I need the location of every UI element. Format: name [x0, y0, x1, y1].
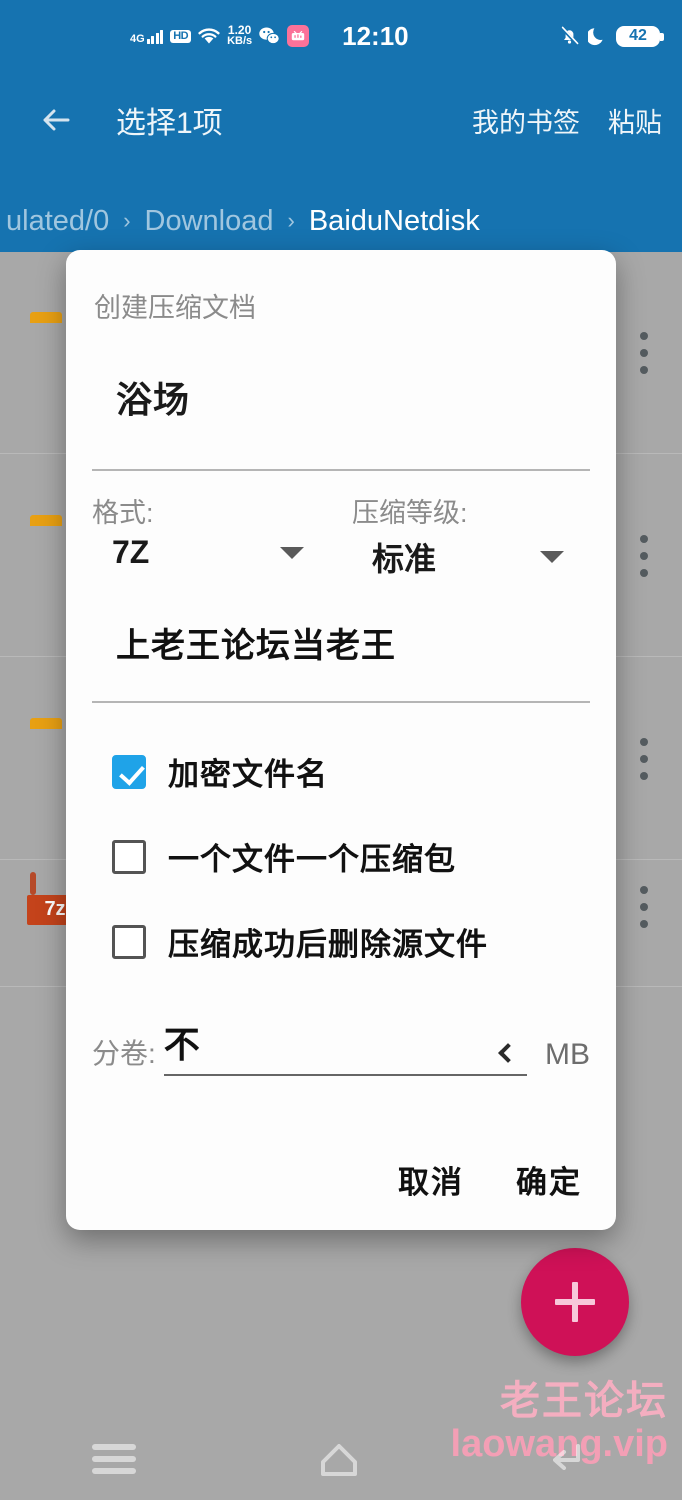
format-and-level-row: 格式: 7Z 压缩等级: 标准 — [92, 491, 590, 580]
split-volume-row: 分卷: 不 MB — [92, 1016, 590, 1076]
divider — [92, 469, 590, 471]
format-value: 7Z — [112, 534, 150, 570]
split-volume-input[interactable]: 不 — [163, 1016, 527, 1076]
cancel-button[interactable]: 取消 — [398, 1157, 464, 1202]
encrypt-filenames-label: 加密文件名 — [168, 757, 328, 792]
split-volume-value: 不 — [163, 1024, 200, 1065]
dialog-title: 创建压缩文档 — [94, 293, 256, 323]
dialog-actions: 取消 确定 — [398, 1157, 582, 1202]
delete-source-checkbox[interactable] — [112, 924, 146, 959]
one-archive-per-file-checkbox[interactable] — [112, 839, 146, 874]
create-archive-dialog: 创建压缩文档 浴场 格式: 7Z 压缩等级: 标准 上老王论坛当老王 加密文件名… — [66, 250, 616, 1230]
one-archive-per-file-label: 一个文件一个压缩包 — [168, 842, 456, 877]
format-select-group: 格式: 7Z — [92, 491, 330, 580]
split-volume-label: 分卷: — [92, 1038, 156, 1069]
chevron-left-icon[interactable] — [498, 1043, 518, 1063]
compression-level-label: 压缩等级: — [352, 498, 468, 528]
compression-level-select-group: 压缩等级: 标准 — [330, 491, 590, 580]
checkbox-row-one-archive-per-file[interactable]: 一个文件一个压缩包 — [92, 834, 590, 879]
checkbox-row-delete-source[interactable]: 压缩成功后删除源文件 — [92, 919, 590, 964]
format-select[interactable]: 7Z — [92, 534, 330, 571]
compression-level-value: 标准 — [372, 541, 437, 577]
archive-name-input[interactable]: 浴场 — [92, 371, 590, 423]
checkbox-row-encrypt-filenames[interactable]: 加密文件名 — [92, 749, 590, 794]
password-input[interactable]: 上老王论坛当老王 — [92, 618, 590, 667]
chevron-down-icon — [280, 546, 304, 559]
split-volume-unit: MB — [545, 1038, 590, 1071]
format-label: 格式: — [92, 498, 154, 528]
compression-level-select[interactable]: 标准 — [352, 534, 590, 580]
delete-source-label: 压缩成功后删除源文件 — [168, 927, 488, 962]
divider — [92, 701, 590, 703]
encrypt-filenames-checkbox[interactable] — [112, 754, 146, 789]
chevron-down-icon — [540, 551, 564, 563]
confirm-button[interactable]: 确定 — [516, 1157, 582, 1202]
